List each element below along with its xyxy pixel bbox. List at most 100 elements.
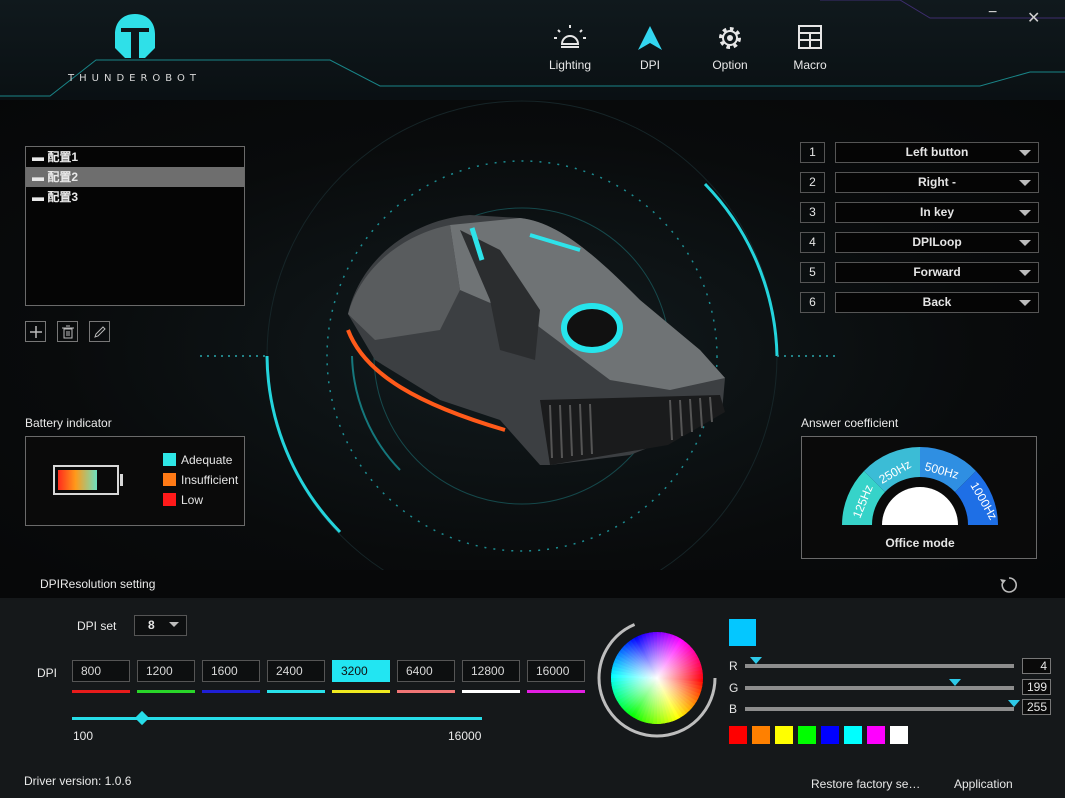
- b-slider[interactable]: [745, 700, 1020, 711]
- dpi-level-input[interactable]: 6400: [397, 660, 455, 682]
- chevron-down-icon: [1019, 240, 1031, 246]
- dpi-level-input-active[interactable]: 3200: [332, 660, 390, 682]
- dpi-title-bar: [0, 570, 1065, 598]
- dpi-slider-max: 16000: [448, 729, 482, 743]
- dpi-set-select[interactable]: 8: [134, 615, 187, 636]
- button-1-select[interactable]: Left button: [835, 142, 1039, 163]
- profile-item[interactable]: ▬ 配置3: [26, 187, 244, 207]
- preset-blue[interactable]: [821, 726, 839, 744]
- folder-icon: ▬: [32, 190, 48, 204]
- mouse-image: [346, 215, 725, 465]
- adequate-swatch: [163, 453, 176, 466]
- button-number: 5: [800, 262, 825, 283]
- driver-version: Driver version: 1.0.6: [24, 774, 132, 788]
- legend-low: Low: [163, 493, 203, 507]
- minimize-button[interactable]: −: [988, 4, 997, 22]
- chevron-down-icon: [1019, 210, 1031, 216]
- g-slider[interactable]: [745, 679, 1014, 690]
- dpi-set-label: DPI set: [77, 619, 117, 633]
- chevron-down-icon: [1019, 180, 1031, 186]
- preset-cyan[interactable]: [844, 726, 862, 744]
- tab-option[interactable]: Option: [700, 24, 760, 72]
- low-swatch: [163, 493, 176, 506]
- legend-insufficient: Insufficient: [163, 473, 238, 487]
- reset-icon[interactable]: [999, 575, 1019, 595]
- battery-panel: Adequate Insufficient Low: [25, 436, 245, 526]
- answer-title: Answer coefficient: [801, 416, 899, 430]
- preset-yellow[interactable]: [775, 726, 793, 744]
- dpi-level-input[interactable]: 800: [72, 660, 130, 682]
- button-number: 3: [800, 202, 825, 223]
- b-label: B: [729, 702, 738, 716]
- button-number: 2: [800, 172, 825, 193]
- dpi-level-input[interactable]: 1600: [202, 660, 260, 682]
- grid-icon: [798, 25, 822, 49]
- dpi-label: DPI: [37, 666, 58, 680]
- button-4-select[interactable]: DPILoop: [835, 232, 1039, 253]
- dpi-level-color: [527, 690, 585, 693]
- preset-white[interactable]: [890, 726, 908, 744]
- preset-green[interactable]: [798, 726, 816, 744]
- tab-macro[interactable]: Macro: [780, 24, 840, 72]
- g-slider-thumb[interactable]: [948, 679, 961, 686]
- mode-label: Office mode: [885, 536, 955, 550]
- preset-orange[interactable]: [752, 726, 770, 744]
- profile-item[interactable]: ▬ 配置1: [26, 147, 244, 167]
- button-number: 6: [800, 292, 825, 313]
- folder-icon: ▬: [32, 150, 48, 164]
- insufficient-swatch: [163, 473, 176, 486]
- preset-magenta[interactable]: [867, 726, 885, 744]
- button-number: 4: [800, 232, 825, 253]
- dpi-level-color: [397, 690, 455, 693]
- dpi-level-input[interactable]: 2400: [267, 660, 325, 682]
- edit-icon: [93, 325, 106, 338]
- chevron-down-icon: [1019, 270, 1031, 276]
- b-value-input[interactable]: 255: [1022, 699, 1051, 715]
- button-5-select[interactable]: Forward: [835, 262, 1039, 283]
- dpi-slider-min: 100: [73, 729, 94, 743]
- dpi-level-input[interactable]: 12800: [462, 660, 520, 682]
- button-2-select[interactable]: Right -: [835, 172, 1039, 193]
- apply-button[interactable]: Application: [954, 777, 1013, 791]
- dpi-level-input[interactable]: 16000: [527, 660, 585, 682]
- color-wheel[interactable]: [597, 618, 717, 738]
- profile-item-selected[interactable]: ▬ 配置2: [26, 167, 244, 187]
- legend-adequate: Adequate: [163, 453, 232, 467]
- mouse-display: [200, 100, 840, 570]
- chevron-down-icon: [1019, 150, 1031, 156]
- edit-profile-button[interactable]: [89, 321, 110, 342]
- battery-icon: [53, 465, 123, 495]
- r-value-input[interactable]: 4: [1022, 658, 1051, 674]
- dpi-slider-track[interactable]: [72, 710, 482, 726]
- delete-profile-button[interactable]: [57, 321, 78, 342]
- bulb-icon: [554, 25, 586, 48]
- dpi-level-color: [267, 690, 325, 693]
- r-label: R: [729, 659, 738, 673]
- profile-list: ▬ 配置1 ▬ 配置2 ▬ 配置3: [25, 146, 245, 306]
- tab-lighting[interactable]: Lighting: [540, 24, 600, 72]
- button-6-select[interactable]: Back: [835, 292, 1039, 313]
- g-value-input[interactable]: 199: [1022, 679, 1051, 695]
- chevron-down-icon: [169, 622, 179, 627]
- r-slider-thumb[interactable]: [749, 657, 762, 664]
- chevron-down-icon: [1019, 300, 1031, 306]
- add-profile-button[interactable]: [25, 321, 46, 342]
- b-slider-thumb[interactable]: [1008, 700, 1020, 707]
- tab-dpi[interactable]: DPI: [620, 24, 680, 72]
- logo-text: THUNDEROBOT: [68, 73, 201, 84]
- dpi-level-color: [72, 690, 130, 693]
- close-button[interactable]: ✕: [1027, 8, 1040, 28]
- dpi-level-color: [332, 690, 390, 693]
- preset-red[interactable]: [729, 726, 747, 744]
- g-label: G: [729, 681, 739, 695]
- restore-factory-button[interactable]: Restore factory se…: [811, 777, 920, 791]
- dpi-section-title: DPIResolution setting: [40, 577, 156, 591]
- dpi-level-color: [137, 690, 195, 693]
- button-3-select[interactable]: In key: [835, 202, 1039, 223]
- dpi-level-input[interactable]: 1200: [137, 660, 195, 682]
- tab-macro-label: Macro: [793, 58, 827, 72]
- r-slider[interactable]: [745, 657, 1014, 668]
- polling-rate-dial: 125Hz 250Hz 500Hz 1000Hz: [842, 447, 1000, 525]
- add-icon: [29, 325, 42, 338]
- battery-title: Battery indicator: [25, 416, 112, 430]
